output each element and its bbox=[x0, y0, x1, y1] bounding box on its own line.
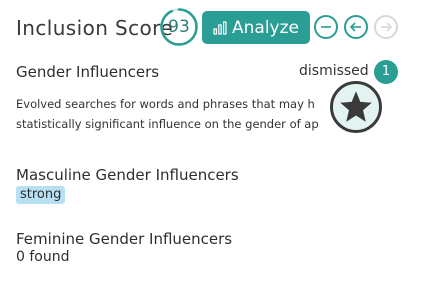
analyze-label: Analyze bbox=[232, 17, 299, 38]
feminine-influencers-title: Feminine Gender Influencers bbox=[16, 230, 233, 248]
analyze-button[interactable]: Analyze bbox=[202, 11, 310, 44]
favorite-star-button[interactable] bbox=[330, 81, 382, 133]
gender-influencers-title: Gender Influencers bbox=[16, 63, 160, 81]
forward-button[interactable] bbox=[374, 15, 398, 39]
inclusion-score-value: 93 bbox=[168, 17, 190, 37]
minimize-button[interactable] bbox=[314, 15, 338, 39]
masculine-influencers-title: Masculine Gender Influencers bbox=[16, 166, 239, 184]
strength-tag[interactable]: strong bbox=[16, 186, 66, 204]
star-icon bbox=[340, 91, 372, 122]
bar-chart-icon bbox=[213, 20, 227, 35]
arrow-right-icon bbox=[381, 22, 393, 32]
arrow-left-icon bbox=[349, 22, 361, 32]
description-line-2-text: statistically significant influence on t… bbox=[16, 117, 319, 131]
inclusion-score-ring[interactable]: 93 bbox=[159, 7, 199, 47]
page-title: Inclusion Score bbox=[16, 16, 174, 40]
minus-icon bbox=[321, 26, 331, 28]
dismissed-count-badge[interactable]: 1 bbox=[374, 60, 398, 84]
feminine-found-count: 0 found bbox=[16, 249, 70, 265]
back-button[interactable] bbox=[344, 15, 368, 39]
dismissed-link[interactable]: dismissed bbox=[299, 63, 369, 79]
